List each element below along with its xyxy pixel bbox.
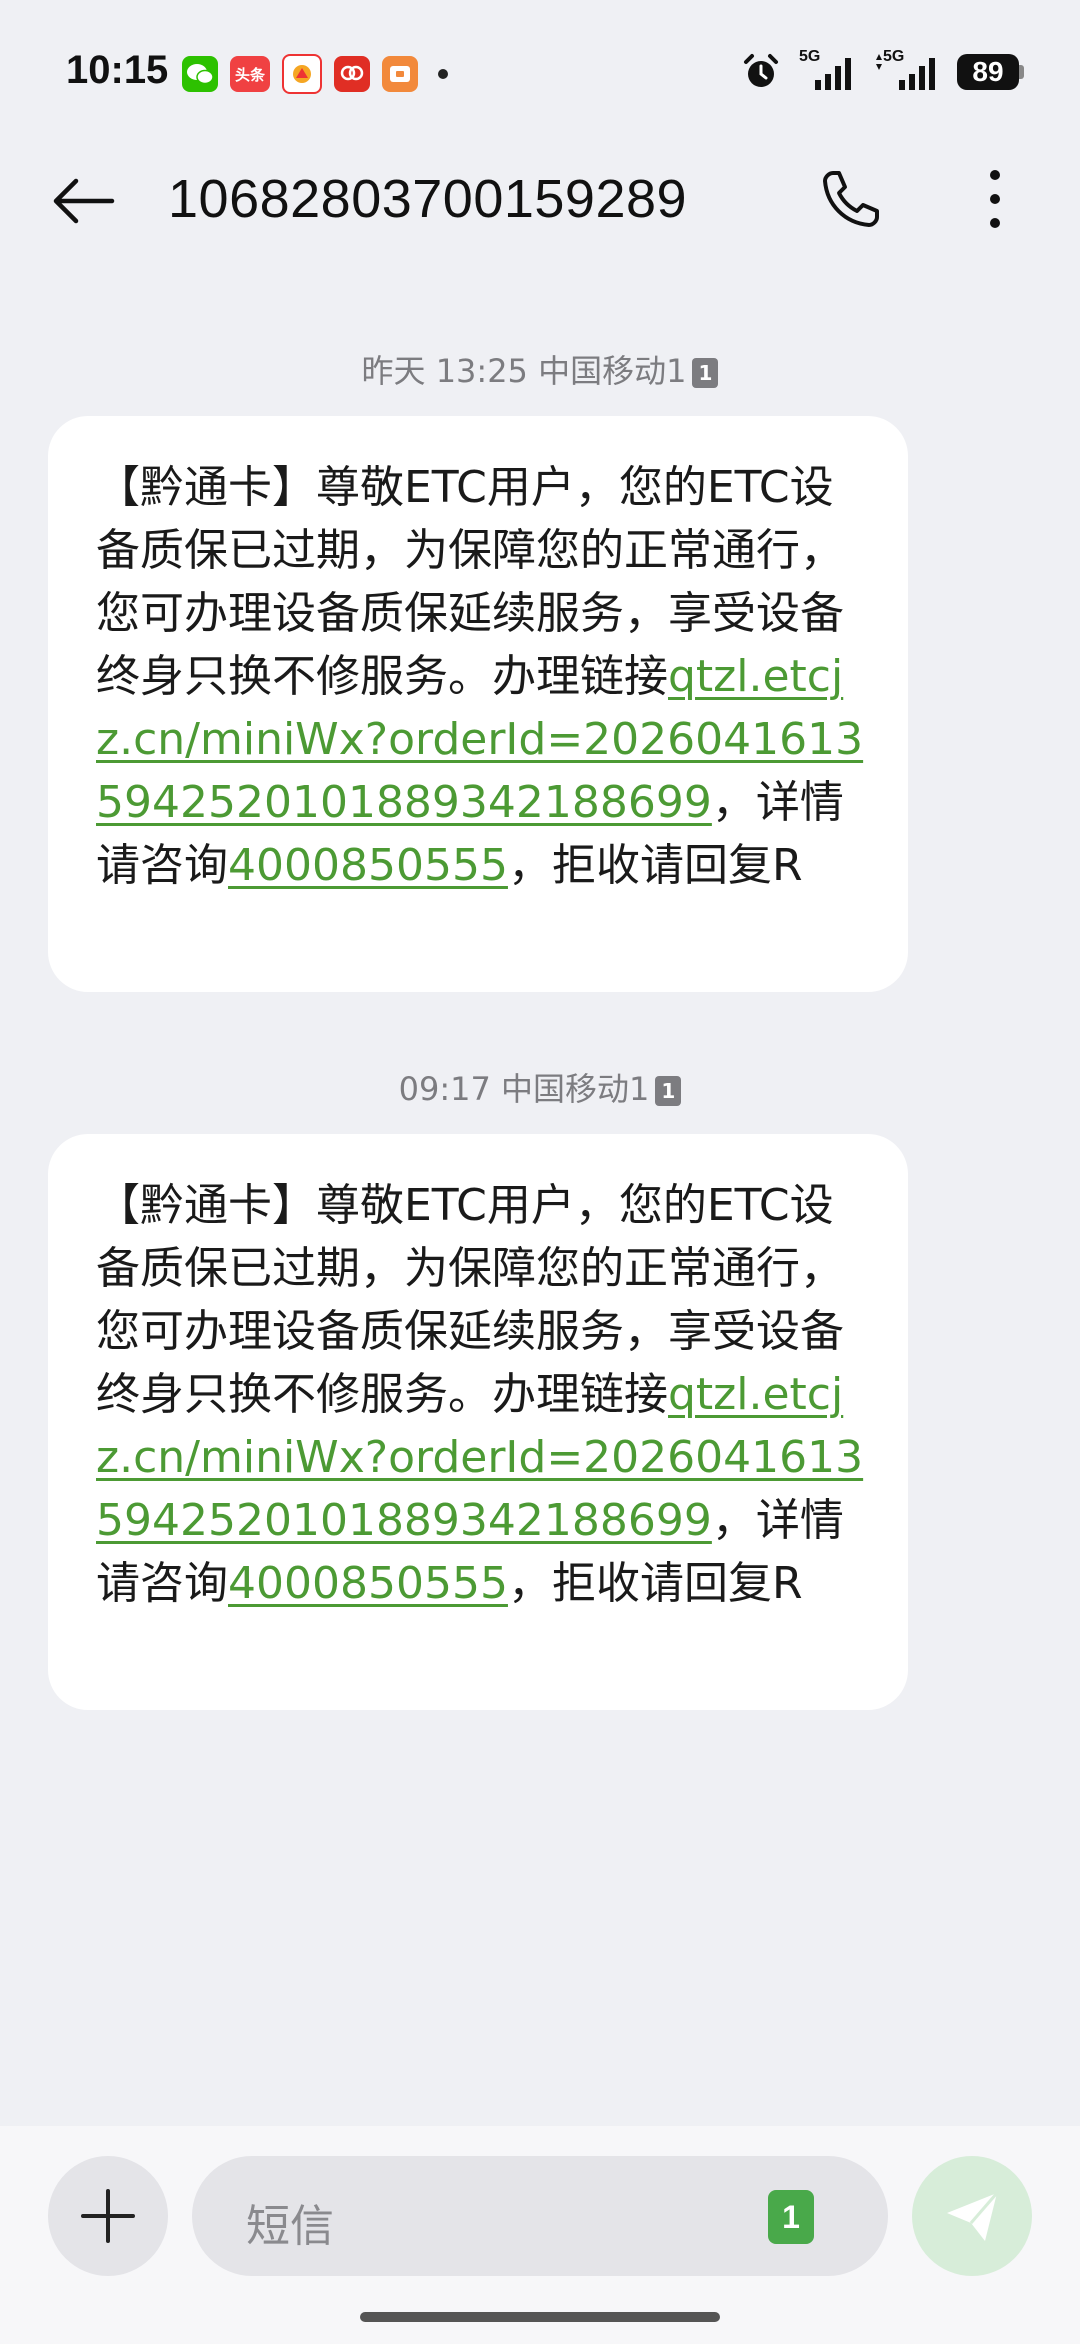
message-meta: 09:17 中国移动1 1 <box>0 1064 1080 1110</box>
send-button[interactable] <box>912 2156 1032 2276</box>
system-icons: 5G 5G 89 <box>741 48 1024 92</box>
phone-icon <box>823 171 879 227</box>
battery-tip <box>1019 65 1024 79</box>
message-time: 昨天 13:25 <box>361 352 528 390</box>
toutiao-label: 头条 <box>234 65 265 84</box>
sim-card-icon: 1 <box>655 1076 682 1106</box>
message-phone-link[interactable]: 4000850555 <box>228 1558 508 1609</box>
sim-card-icon: 1 <box>692 358 719 388</box>
status-bar: 10:15 头条 5G 5G 89 <box>0 0 1080 150</box>
wechat-icon <box>182 56 218 92</box>
send-icon <box>947 2192 999 2241</box>
message-meta: 昨天 13:25 中国移动1 1 <box>0 346 1080 392</box>
back-button[interactable] <box>50 168 116 234</box>
add-attachment-button[interactable] <box>48 2156 168 2276</box>
more-options-button[interactable] <box>970 164 1020 234</box>
battery-indicator: 89 <box>957 54 1024 90</box>
notification-icons: 头条 <box>182 54 448 94</box>
message-input-placeholder: 短信 <box>246 2201 334 2252</box>
alarm-icon <box>744 54 778 87</box>
message-input[interactable]: 短信 1 <box>192 2156 888 2276</box>
pinduoduo-icon <box>334 56 370 92</box>
toutiao-icon: 头条 <box>230 56 270 92</box>
wallet-icon <box>382 56 418 92</box>
plus-icon <box>81 2189 135 2243</box>
message-text-end: ，拒收请回复R <box>507 840 803 891</box>
message-carrier: 中国移动1 <box>501 1070 650 1108</box>
signal-5g-icon-2: 5G <box>873 48 939 92</box>
message-time: 09:17 <box>398 1070 491 1108</box>
signal-5g-icon: 5G <box>799 48 855 92</box>
back-arrow-icon <box>53 178 115 224</box>
battery-level: 89 <box>957 54 1019 90</box>
message-bubble[interactable]: 【黔通卡】尊敬ETC用户，您的ETC设备质保已过期，为保障您的正常通行，您可办理… <box>48 416 908 992</box>
message-phone-link[interactable]: 4000850555 <box>228 840 508 891</box>
sim-select-button[interactable]: 1 <box>768 2190 814 2244</box>
more-vertical-icon <box>990 170 1000 228</box>
app-icon <box>282 54 322 94</box>
home-indicator[interactable] <box>360 2312 720 2322</box>
conversation-title: 10682803700159289 <box>168 169 688 229</box>
call-button[interactable] <box>816 164 886 234</box>
more-notifications-dot <box>438 69 448 79</box>
status-time: 10:15 <box>66 48 169 92</box>
message-carrier: 中国移动1 <box>538 352 687 390</box>
message-text-end: ，拒收请回复R <box>507 1558 803 1609</box>
conversation-header: 10682803700159289 <box>0 150 1080 250</box>
message-bubble[interactable]: 【黔通卡】尊敬ETC用户，您的ETC设备质保已过期，为保障您的正常通行，您可办理… <box>48 1134 908 1710</box>
